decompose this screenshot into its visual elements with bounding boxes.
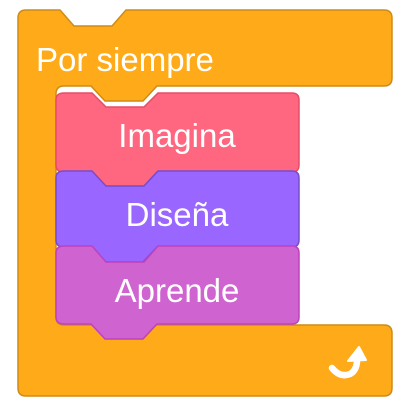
aprende-label: Aprende bbox=[114, 272, 240, 309]
imagina-label: Imagina bbox=[118, 117, 236, 154]
forever-label: Por siempre bbox=[36, 41, 214, 78]
loop-arrow-icon bbox=[328, 346, 367, 379]
disena-label: Diseña bbox=[125, 196, 229, 233]
